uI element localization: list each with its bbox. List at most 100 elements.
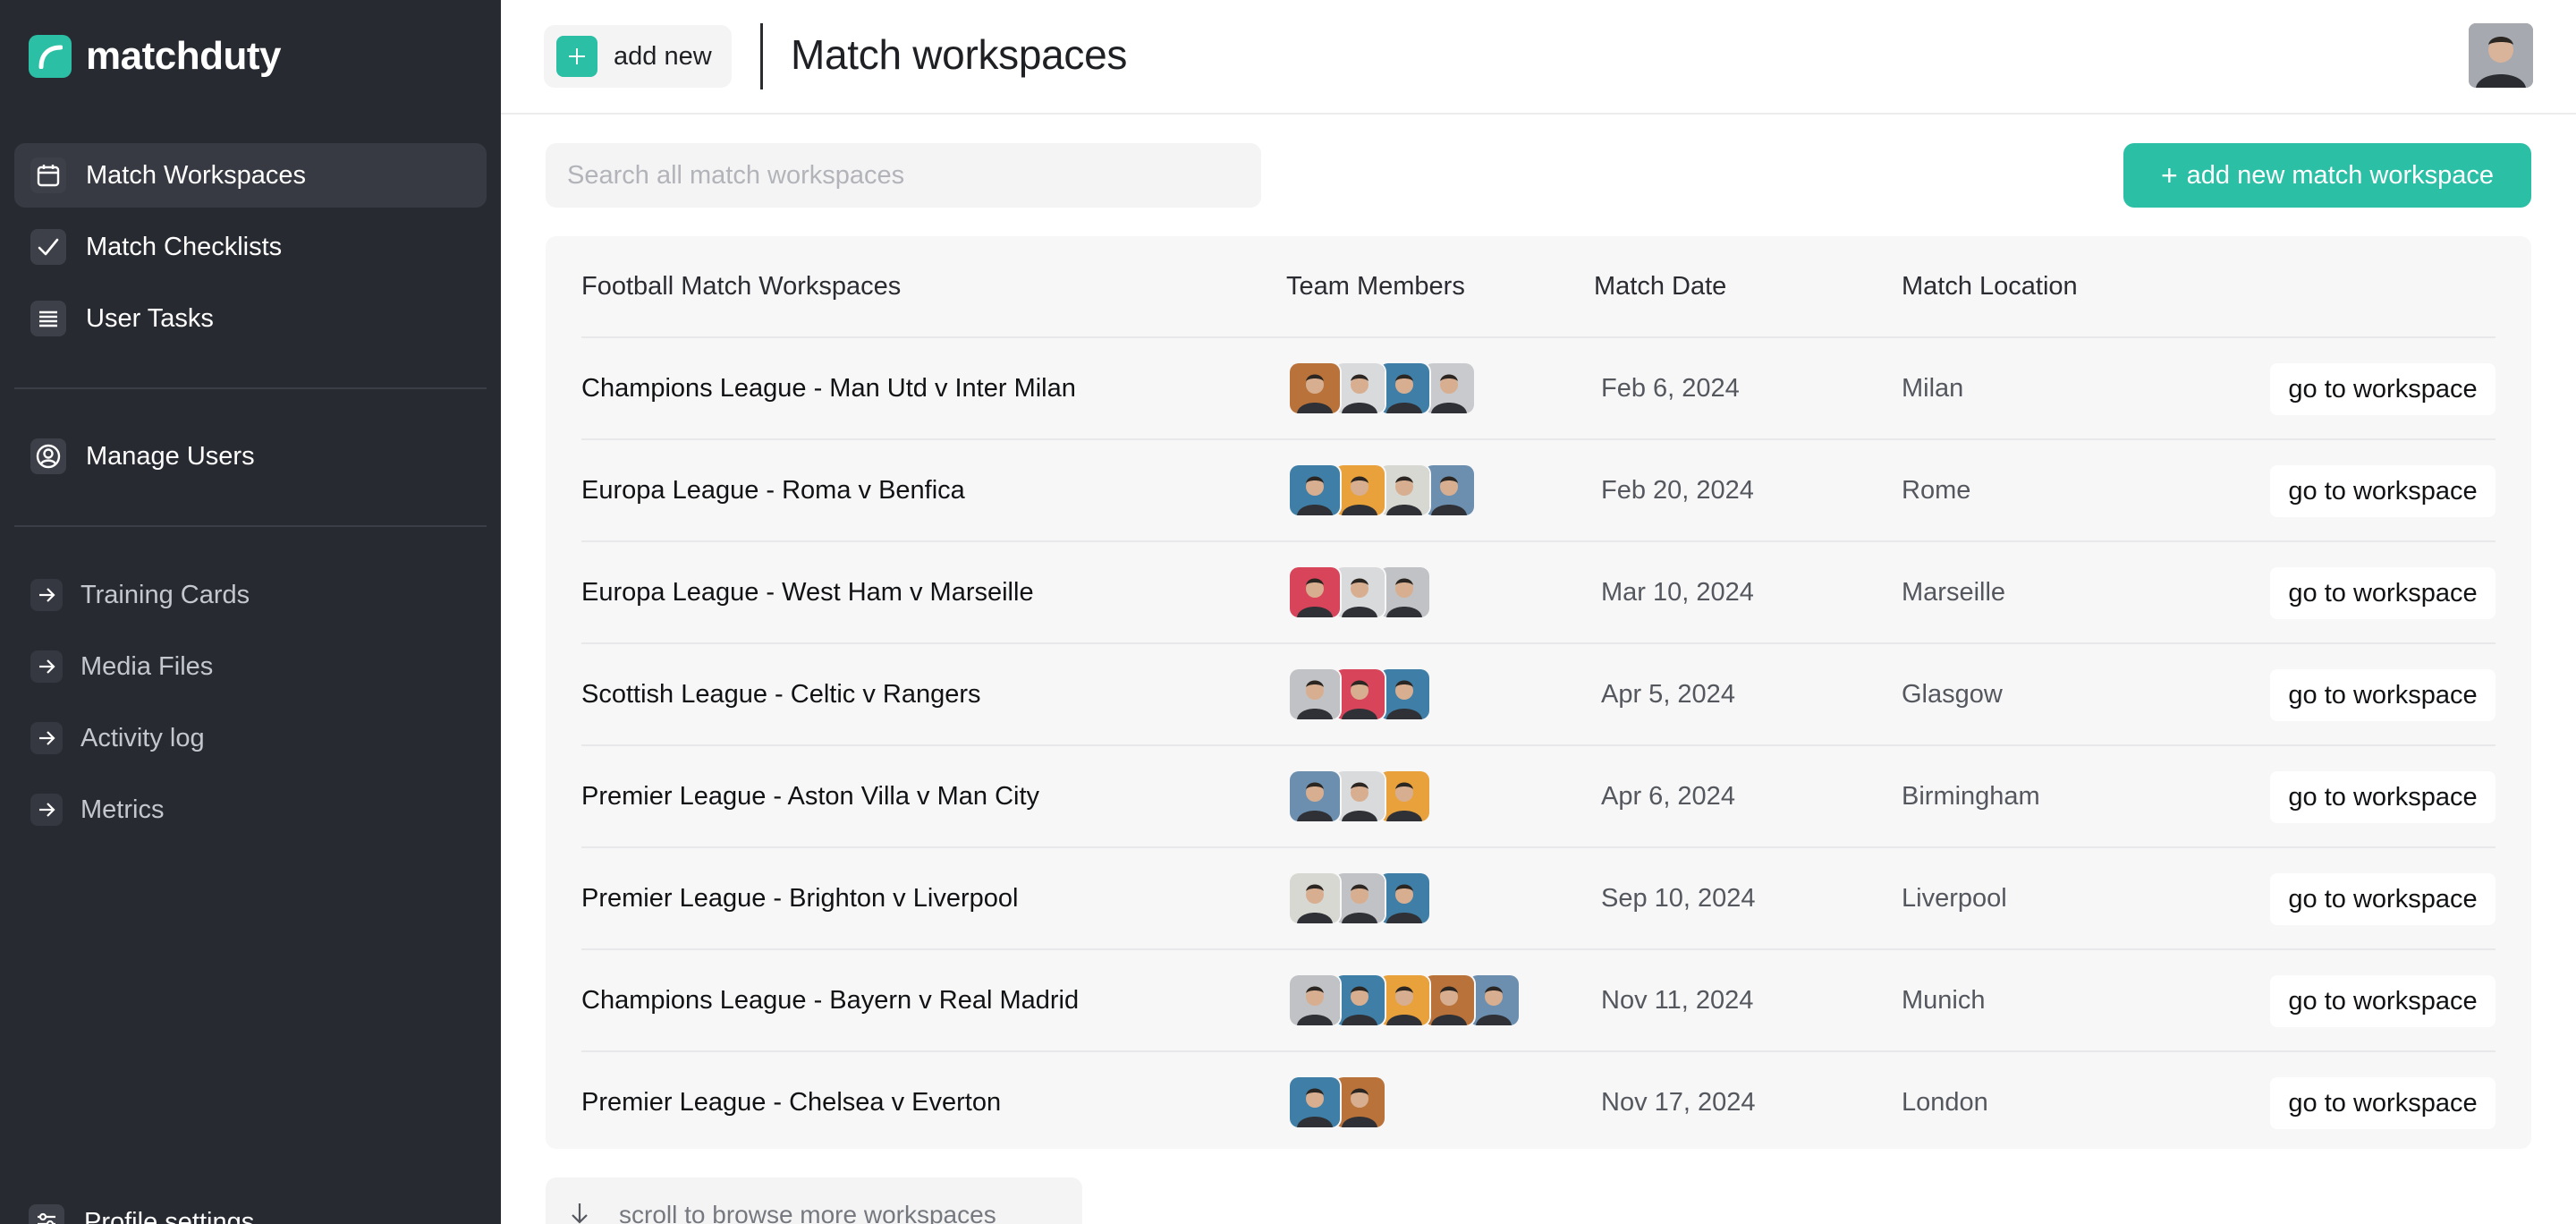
- scroll-more-hint[interactable]: scroll to browse more workspaces: [546, 1177, 1082, 1224]
- table-row[interactable]: Scottish League - Celtic v Rangers Apr 5,…: [581, 642, 2496, 744]
- team-member-avatar[interactable]: [1288, 769, 1342, 823]
- column-header-match-location: Match Location: [1902, 272, 2078, 301]
- table-row[interactable]: Europa League - West Ham v Marseille Mar …: [581, 540, 2496, 642]
- checkmark-icon: [30, 229, 66, 265]
- sidebar-item-activity-log[interactable]: Activity log: [14, 706, 487, 770]
- match-location: Marseille: [1902, 578, 2006, 607]
- match-date: Mar 10, 2024: [1601, 578, 1754, 607]
- team-member-avatars: [1288, 769, 1431, 823]
- go-to-workspace-button[interactable]: go to workspace: [2270, 975, 2496, 1027]
- table-row[interactable]: Europa League - Roma v Benfica Feb 20, 20…: [581, 438, 2496, 540]
- sidebar-item-user-tasks[interactable]: User Tasks: [14, 286, 487, 351]
- team-member-avatar[interactable]: [1288, 463, 1342, 517]
- sidebar: matchduty Match Workspaces Match Checkli…: [0, 0, 501, 1224]
- arrow-right-icon: [30, 794, 63, 826]
- match-location: London: [1902, 1088, 1988, 1117]
- go-to-workspace-button[interactable]: go to workspace: [2270, 567, 2496, 619]
- sidebar-item-label: Profile settings: [84, 1207, 255, 1224]
- match-location: Rome: [1902, 476, 1971, 505]
- arrow-down-icon: [567, 1201, 592, 1224]
- sidebar-item-label: Training Cards: [80, 580, 250, 609]
- team-member-avatars: [1288, 463, 1476, 517]
- match-date: Apr 5, 2024: [1601, 680, 1735, 709]
- team-member-avatar[interactable]: [1288, 871, 1342, 925]
- plus-icon: [556, 36, 597, 77]
- sliders-icon: [29, 1204, 64, 1224]
- user-avatar[interactable]: [2469, 23, 2533, 88]
- workspaces-table: Football Match Workspaces Team Members M…: [546, 236, 2531, 1149]
- go-to-workspace-button[interactable]: go to workspace: [2270, 669, 2496, 721]
- scroll-hint-label: scroll to browse more workspaces: [619, 1201, 996, 1224]
- brand-name: matchduty: [86, 34, 281, 78]
- column-header-team-members: Team Members: [1286, 272, 1465, 301]
- team-member-avatars: [1288, 1075, 1386, 1129]
- sidebar-item-training-cards[interactable]: Training Cards: [14, 563, 487, 627]
- sidebar-item-label: Media Files: [80, 651, 214, 681]
- add-workspace-label: add new match workspace: [2186, 160, 2495, 190]
- workspace-name: Europa League - Roma v Benfica: [581, 476, 965, 505]
- sidebar-item-label: Activity log: [80, 723, 205, 752]
- column-header-match-date: Match Date: [1594, 272, 1727, 301]
- column-header-workspace: Football Match Workspaces: [581, 272, 902, 301]
- go-to-workspace-button[interactable]: go to workspace: [2270, 1077, 2496, 1129]
- team-member-avatar[interactable]: [1288, 361, 1342, 415]
- match-date: Nov 11, 2024: [1601, 986, 1754, 1015]
- go-to-workspace-button[interactable]: go to workspace: [2270, 465, 2496, 517]
- table-row[interactable]: Premier League - Chelsea v Everton Nov 17…: [581, 1050, 2496, 1152]
- sidebar-item-profile-settings[interactable]: Profile settings: [29, 1204, 254, 1224]
- go-to-workspace-button[interactable]: go to workspace: [2270, 771, 2496, 823]
- workspace-name: Premier League - Aston Villa v Man City: [581, 782, 1040, 811]
- workspace-name: Europa League - West Ham v Marseille: [581, 578, 1034, 607]
- team-member-avatar[interactable]: [1288, 667, 1342, 721]
- search-input[interactable]: [546, 143, 1261, 208]
- arrow-right-icon: [30, 579, 63, 611]
- sidebar-item-match-workspaces[interactable]: Match Workspaces: [14, 143, 487, 208]
- sidebar-item-label: Match Checklists: [86, 232, 283, 261]
- brand-logo-icon: [29, 35, 72, 78]
- workspace-name: Premier League - Chelsea v Everton: [581, 1088, 1002, 1117]
- team-member-avatar[interactable]: [1288, 973, 1342, 1027]
- match-location: Glasgow: [1902, 680, 2003, 709]
- table-row[interactable]: Premier League - Brighton v Liverpool Sep…: [581, 846, 2496, 948]
- plus-icon: +: [2160, 158, 2178, 191]
- sidebar-item-label: Manage Users: [86, 441, 255, 471]
- match-date: Nov 17, 2024: [1601, 1088, 1756, 1117]
- list-icon: [30, 301, 66, 336]
- sidebar-item-media-files[interactable]: Media Files: [14, 634, 487, 699]
- sidebar-item-metrics[interactable]: Metrics: [14, 778, 487, 842]
- page-title: Match workspaces: [791, 31, 1128, 78]
- add-new-match-workspace-button[interactable]: + add new match workspace: [2123, 143, 2531, 208]
- table-row[interactable]: Premier League - Aston Villa v Man City A…: [581, 744, 2496, 846]
- sidebar-divider: [14, 387, 487, 389]
- top-header: add new Match workspaces: [501, 0, 2576, 115]
- team-member-avatar[interactable]: [1288, 565, 1342, 619]
- brand[interactable]: matchduty: [29, 34, 281, 79]
- sidebar-item-manage-users[interactable]: Manage Users: [14, 424, 487, 489]
- go-to-workspace-button[interactable]: go to workspace: [2270, 873, 2496, 925]
- add-new-label: add new: [614, 41, 712, 71]
- match-location: Liverpool: [1902, 884, 2007, 913]
- table-row[interactable]: Champions League - Bayern v Real Madrid N…: [581, 948, 2496, 1050]
- sidebar-item-match-checklists[interactable]: Match Checklists: [14, 215, 487, 279]
- sidebar-item-label: User Tasks: [86, 303, 214, 333]
- workspace-name: Premier League - Brighton v Liverpool: [581, 884, 1019, 913]
- team-member-avatars: [1288, 565, 1431, 619]
- table-row[interactable]: Champions League - Man Utd v Inter Milan…: [581, 336, 2496, 438]
- go-to-workspace-button[interactable]: go to workspace: [2270, 363, 2496, 415]
- match-date: Feb 6, 2024: [1601, 374, 1740, 403]
- match-date: Feb 20, 2024: [1601, 476, 1754, 505]
- match-location: Munich: [1902, 986, 1986, 1015]
- add-new-button[interactable]: add new: [544, 25, 732, 88]
- workspace-name: Scottish League - Celtic v Rangers: [581, 680, 981, 709]
- workspace-name: Champions League - Bayern v Real Madrid: [581, 986, 1080, 1015]
- sidebar-item-label: Match Workspaces: [86, 160, 307, 190]
- team-member-avatars: [1288, 871, 1431, 925]
- calendar-icon: [30, 157, 66, 193]
- match-location: Birmingham: [1902, 782, 2040, 811]
- team-member-avatars: [1288, 361, 1476, 415]
- user-circle-icon: [30, 438, 66, 474]
- team-member-avatar[interactable]: [1288, 1075, 1342, 1129]
- team-member-avatars: [1288, 973, 1521, 1027]
- header-divider: [760, 23, 763, 89]
- arrow-right-icon: [30, 650, 63, 683]
